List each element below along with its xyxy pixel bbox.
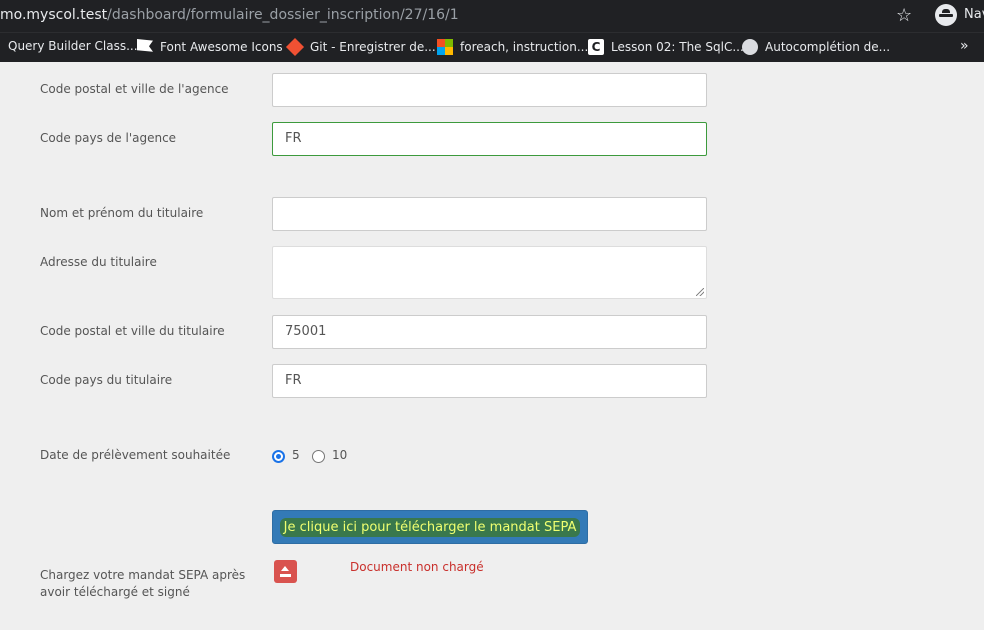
upload-sepa-button[interactable] (274, 560, 297, 583)
bookmark-label: foreach, instruction... (460, 40, 589, 54)
download-sepa-mandate-button[interactable]: Je clique ici pour télécharger le mandat… (272, 510, 588, 544)
upload-label-line-1: Chargez votre mandat SEPA après (40, 568, 246, 582)
agency-country-input[interactable]: FR (272, 122, 707, 156)
bookmark-label: Git - Enregistrer de... (310, 40, 436, 54)
debit-date-option-label: 10 (332, 448, 348, 462)
bookmarks-overflow-icon[interactable]: » (960, 38, 969, 54)
bookmark-label: Autocomplétion de... (765, 40, 891, 54)
upload-sepa-label: Chargez votre mandat SEPA après avoir té… (40, 567, 245, 601)
upload-label-line-2: avoir téléchargé et signé (40, 585, 190, 599)
bookmark-label: Lesson 02: The SqlC... (611, 40, 744, 54)
url-host: mo.myscol.test (0, 7, 108, 23)
bookmark-query-builder[interactable]: Query Builder Class... (8, 39, 138, 53)
holder-name-input[interactable] (272, 197, 707, 231)
profile-label[interactable]: Nav (964, 7, 984, 22)
bookmark-git[interactable]: Git - Enregistrer de... (285, 37, 436, 57)
bookmark-font-awesome[interactable]: Font Awesome Icons (137, 39, 283, 55)
holder-country-input[interactable]: FR (272, 364, 707, 398)
resize-handle-icon[interactable] (696, 288, 704, 296)
incognito-profile-icon[interactable] (935, 4, 957, 26)
agency-country-label: Code pays de l'agence (40, 131, 177, 145)
holder-zip-city-label: Code postal et ville du titulaire (40, 324, 225, 338)
holder-country-label: Code pays du titulaire (40, 373, 173, 387)
debit-date-radio-5[interactable] (272, 450, 285, 463)
bookmarks-bar: Query Builder Class... Font Awesome Icon… (0, 32, 984, 62)
holder-zip-city-input[interactable]: 75001 (272, 315, 707, 349)
c-icon: C (588, 39, 604, 55)
inscription-form: Code postal et ville de l'agence Code pa… (0, 62, 984, 630)
download-button-label: Je clique ici pour télécharger le mandat… (279, 517, 581, 537)
agency-zip-city-label: Code postal et ville de l'agence (40, 82, 229, 96)
browser-toolbar: mo.myscol.test/dashboard/formulaire_doss… (0, 0, 984, 32)
address-bar[interactable]: mo.myscol.test/dashboard/formulaire_doss… (0, 7, 459, 23)
upload-icon (280, 566, 291, 577)
upload-status: Document non chargé (350, 560, 484, 574)
bookmark-foreach[interactable]: foreach, instruction... (437, 39, 588, 55)
bookmark-star-icon[interactable]: ☆ (896, 5, 912, 26)
holder-name-label: Nom et prénom du titulaire (40, 206, 204, 220)
holder-address-textarea[interactable] (272, 246, 707, 299)
debit-date-radio-10[interactable] (312, 450, 325, 463)
bookmark-autocompletion[interactable]: Autocomplétion de... (742, 39, 890, 55)
agency-zip-city-input[interactable] (272, 73, 707, 107)
url-path: /dashboard/formulaire_dossier_inscriptio… (107, 7, 459, 23)
debit-date-option-label: 5 (292, 448, 300, 462)
holder-address-label: Adresse du titulaire (40, 255, 157, 269)
bookmark-label: Query Builder Class... (8, 39, 138, 53)
debit-date-label: Date de prélèvement souhaitée (40, 448, 231, 462)
git-icon (285, 37, 305, 57)
microsoft-icon (437, 39, 453, 55)
globe-icon (742, 39, 758, 55)
bookmark-lesson-02[interactable]: C Lesson 02: The SqlC... (588, 39, 744, 55)
bookmark-label: Font Awesome Icons (160, 40, 283, 54)
flag-icon (137, 39, 153, 52)
